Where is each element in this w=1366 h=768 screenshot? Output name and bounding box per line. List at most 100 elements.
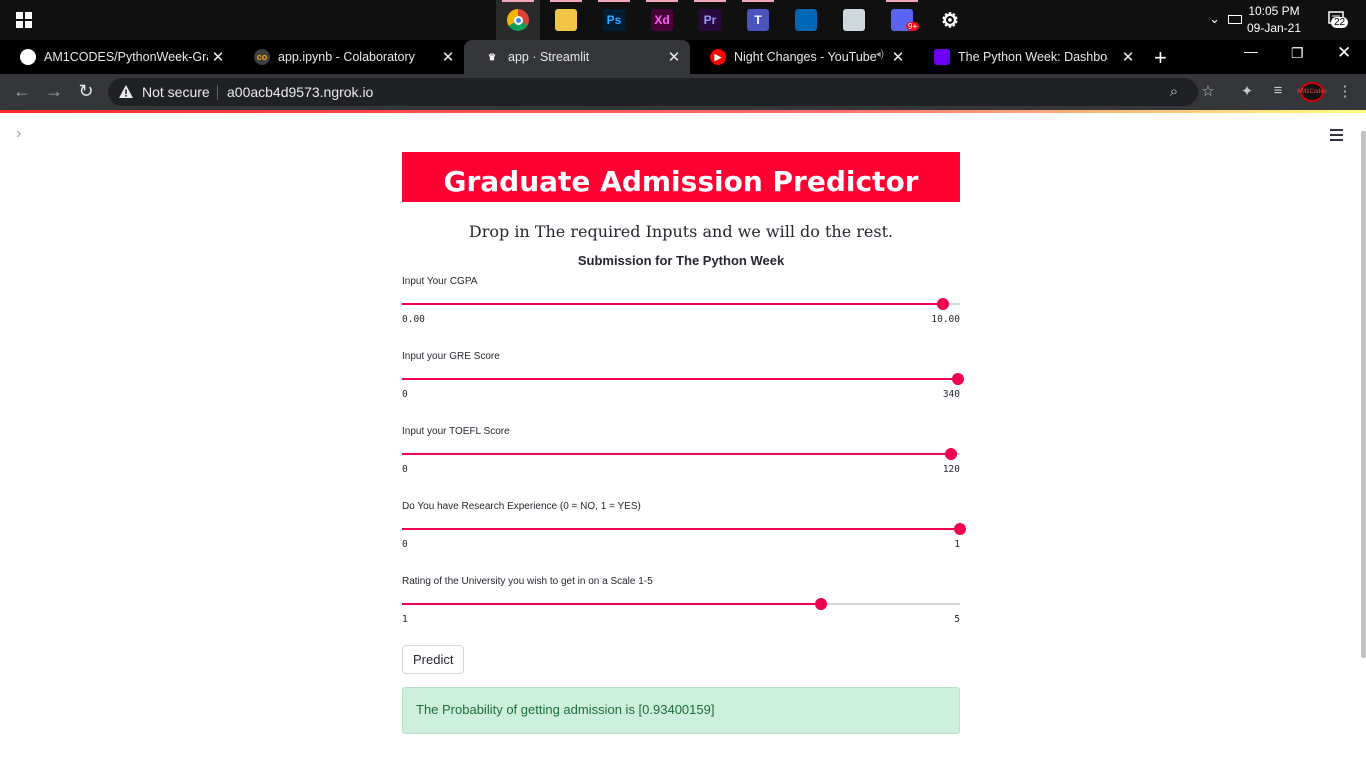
slider-fill [402,528,960,530]
clock-time: 10:05 PM [1248,4,1300,18]
browser-tab[interactable]: AM1CODES/PythonWeek-Grad ✕ [0,40,234,74]
forward-icon[interactable]: → [43,81,65,102]
page-title: Graduate Admission Predictor [443,165,919,198]
hamburger-menu-icon[interactable] [1330,129,1343,144]
chrome-menu-icon[interactable]: ⋮ [1335,82,1355,100]
chevron-up-icon[interactable]: ⌄ [1209,11,1220,27]
back-icon[interactable]: ← [11,81,33,102]
slider-max: 120 [942,464,960,475]
sidebar-expand-icon[interactable]: › [16,125,21,143]
slider-thumb[interactable] [952,373,964,385]
close-tab-icon[interactable]: ✕ [1120,48,1136,66]
monitor-icon [843,9,865,31]
close-tab-icon[interactable]: ✕ [210,48,226,66]
close-tab-icon[interactable]: ✕ [440,48,456,66]
slider-max: 340 [942,389,960,400]
browser-tab[interactable]: The Python Week: Dashboard | ✕ [914,40,1144,74]
slider-field: Input your GRE Score 0 340 [402,351,964,411]
teams-icon: T [747,9,769,31]
zoom-icon[interactable]: ⌕ [1164,83,1184,100]
close-tab-icon[interactable]: ✕ [666,48,682,66]
result-alert: The Probability of getting admission is … [402,687,960,734]
security-label[interactable]: Not secure [142,84,210,100]
taskbar-app[interactable]: T [736,0,780,40]
youtube-icon: ▶ [710,49,726,65]
file-explorer-icon [555,9,577,31]
predict-button[interactable]: Predict [402,645,465,674]
vscode-icon [795,9,817,31]
slider-thumb[interactable] [937,298,949,310]
browser-toolbar: ← → ↻ Not secure a00acb4d9573.ngrok.io ⌕… [0,74,1366,110]
url-text[interactable]: a00acb4d9573.ngrok.io [227,84,373,100]
slider-track[interactable] [402,448,960,460]
slider-min: 0 [402,464,408,475]
slider-track[interactable] [402,373,964,385]
media-control-icon[interactable]: ≡ [1268,82,1288,99]
taskbar-app[interactable]: ⚙ [928,0,972,40]
slider-fill [402,453,951,455]
taskbar-app[interactable] [544,0,588,40]
slider-thumb[interactable] [954,523,966,535]
title-banner: Graduate Admission Predictor [402,152,960,202]
tab-title: The Python Week: Dashboard | [958,50,1108,64]
slider-max: 10.00 [931,314,960,325]
clock[interactable]: 10:05 PM 09-Jan-21 [1244,3,1304,37]
slider-fill [402,303,943,305]
profile-label: AM1Codes [1297,89,1327,95]
slider-field: Do You have Research Experience (0 = NO,… [402,501,966,561]
slider-fill [402,603,821,605]
chrome-icon [507,9,529,31]
divider [217,85,218,100]
address-bar[interactable]: Not secure a00acb4d9573.ngrok.io ⌕ [108,78,1198,106]
tab-title: AM1CODES/PythonWeek-Grad [44,50,208,64]
slider-min: 0.00 [402,314,425,325]
profile-avatar[interactable]: AM1Codes [1297,82,1327,102]
tab-title: app · Streamlit [508,50,590,64]
windows-start-icon[interactable] [16,12,32,28]
extensions-icon[interactable]: ✦ [1237,82,1257,100]
slider-label: Input your TOEFL Score [402,426,510,437]
colab-icon: co [254,49,270,65]
slider-track[interactable] [402,298,960,310]
notification-center-icon[interactable]: 22 [1326,10,1349,30]
battery-icon[interactable] [1228,15,1242,24]
slider-label: Input Your CGPA [402,276,478,287]
reload-icon[interactable]: ↻ [75,81,97,102]
bookmark-star-icon[interactable]: ☆ [1198,82,1218,100]
subtitle: Drop in The required Inputs and we will … [468,222,894,241]
slider-track[interactable] [402,523,966,535]
notification-count: 22 [1331,17,1349,28]
streamlit-app: › Graduate Admission Predictor Drop in T… [0,113,1366,768]
slider-field: Input your TOEFL Score 0 120 [402,426,960,486]
browser-tab[interactable]: ♛ app · Streamlit ✕ [464,40,690,74]
new-tab-button[interactable]: + [1154,45,1167,71]
close-window-button[interactable]: ✕ [1337,43,1351,63]
close-tab-icon[interactable]: ✕ [890,48,906,66]
minimize-button[interactable]: — [1244,43,1258,59]
warning-icon [119,85,133,98]
submission-heading: Submission for The Python Week [577,253,785,268]
taskbar-app[interactable]: Pr [688,0,732,40]
audio-playing-icon[interactable]: ◂) [876,49,884,60]
browser-tab[interactable]: co app.ipynb - Colaboratory ✕ [234,40,464,74]
premiere-icon: Pr [699,9,721,31]
slider-min: 0 [402,389,408,400]
taskbar-app[interactable] [832,0,876,40]
taskbar-app[interactable] [784,0,828,40]
browser-tab[interactable]: ▶ Night Changes - YouTube ◂) ✕ [690,40,914,74]
taskbar-app[interactable]: Xd [640,0,684,40]
slider-field: Rating of the University you wish to get… [402,576,960,636]
photoshop-icon: Ps [603,9,625,31]
slider-track[interactable] [402,598,960,610]
slider-label: Do You have Research Experience (0 = NO,… [402,501,641,512]
streamlit-icon: ♛ [487,51,497,62]
restore-button[interactable]: ❐ [1291,45,1304,62]
slider-thumb[interactable] [815,598,827,610]
taskbar-app[interactable]: Ps [592,0,636,40]
scrollbar[interactable] [1361,131,1366,658]
slider-min: 0 [402,539,408,550]
taskbar-app[interactable] [496,0,540,40]
windows-taskbar: Ps Xd Pr T 9+ ⚙ ⌄ 10:05 PM 09-Jan-21 22 [0,0,1366,40]
taskbar-app[interactable]: 9+ [880,0,924,40]
slider-thumb[interactable] [945,448,957,460]
